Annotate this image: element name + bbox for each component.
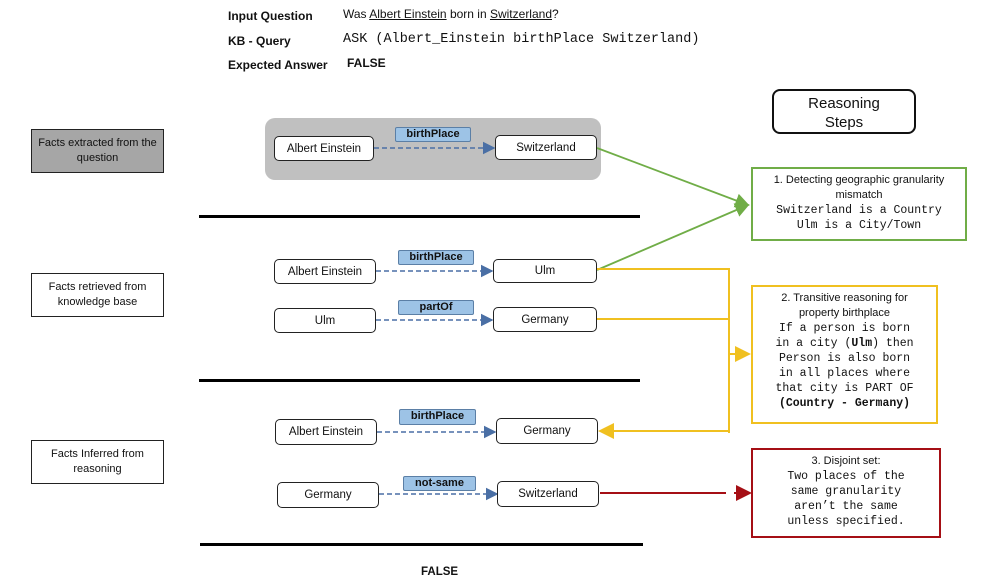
node-q1-subject: Albert Einstein <box>274 136 374 161</box>
step1-title-line1: 1. Detecting geographic granularity <box>773 174 945 186</box>
relation-q1: birthPlace <box>395 127 471 142</box>
reasoning-title-line2: Steps <box>824 114 864 131</box>
relation-inf2: not-same <box>403 476 476 491</box>
step2-body-line5: that city is PART OF <box>775 382 914 395</box>
relation-inf1: birthPlace <box>399 409 476 425</box>
step3-body-line1: Two places of the <box>787 470 905 483</box>
step2-body-line3: Person is also born <box>778 352 911 365</box>
node-kb1-subject: Albert Einstein <box>274 259 376 284</box>
node-inf1-object: Germany <box>496 418 598 444</box>
step1-connector-switzerland <box>596 147 750 208</box>
step3-title: 3. Disjoint set: <box>811 455 881 467</box>
step2-body-line2: in a city (Ulm) then <box>753 336 936 351</box>
step2-body-line2-bold: Ulm <box>851 337 873 350</box>
step2-body-line1: If a person is born <box>778 322 911 335</box>
node-kb1-object: Ulm <box>493 259 597 283</box>
step2-title-line2: property birthplace <box>798 307 891 319</box>
step1-body-line2: Ulm is a City/Town <box>796 219 922 232</box>
node-kb2-subject: Ulm <box>274 308 376 333</box>
node-inf2-object: Switzerland <box>497 481 599 507</box>
step2-body-line2-post: ) then <box>872 337 914 350</box>
step1-connector-ulm <box>596 203 750 271</box>
step2-body-line6: (Country - Germany) <box>778 397 911 410</box>
node-kb2-object: Germany <box>493 307 597 332</box>
step3-body-line4: unless specified. <box>787 515 905 528</box>
node-inf1-subject: Albert Einstein <box>275 419 377 445</box>
reasoning-step-1: 1. Detecting geographic granularity mism… <box>751 167 967 241</box>
mask <box>726 433 734 523</box>
node-inf2-subject: Germany <box>277 482 379 508</box>
relation-kb1: birthPlace <box>398 250 474 265</box>
reasoning-step-3: 3. Disjoint set: Two places of the same … <box>751 448 941 538</box>
step2-title-line1: 2. Transitive reasoning for <box>781 292 908 304</box>
step2-body-line4: in all places where <box>778 367 911 380</box>
step3-body-line3: aren’t the same <box>794 500 898 513</box>
relation-kb2: partOf <box>398 300 474 315</box>
final-answer: FALSE <box>421 566 459 578</box>
step2-connector-ulm <box>597 268 730 514</box>
reasoning-step-2: 2. Transitive reasoning for property bir… <box>751 285 938 424</box>
reasoning-steps-title: Reasoning Steps <box>772 89 916 134</box>
step1-title-line2: mismatch <box>835 189 883 201</box>
node-q1-object: Switzerland <box>495 135 597 160</box>
step3-body-line2: same granularity <box>790 485 902 498</box>
step2-body-line2-pre: in a city ( <box>775 337 852 350</box>
reasoning-title-line1: Reasoning <box>808 95 880 112</box>
step1-body-line1: Switzerland is a Country <box>776 204 942 217</box>
